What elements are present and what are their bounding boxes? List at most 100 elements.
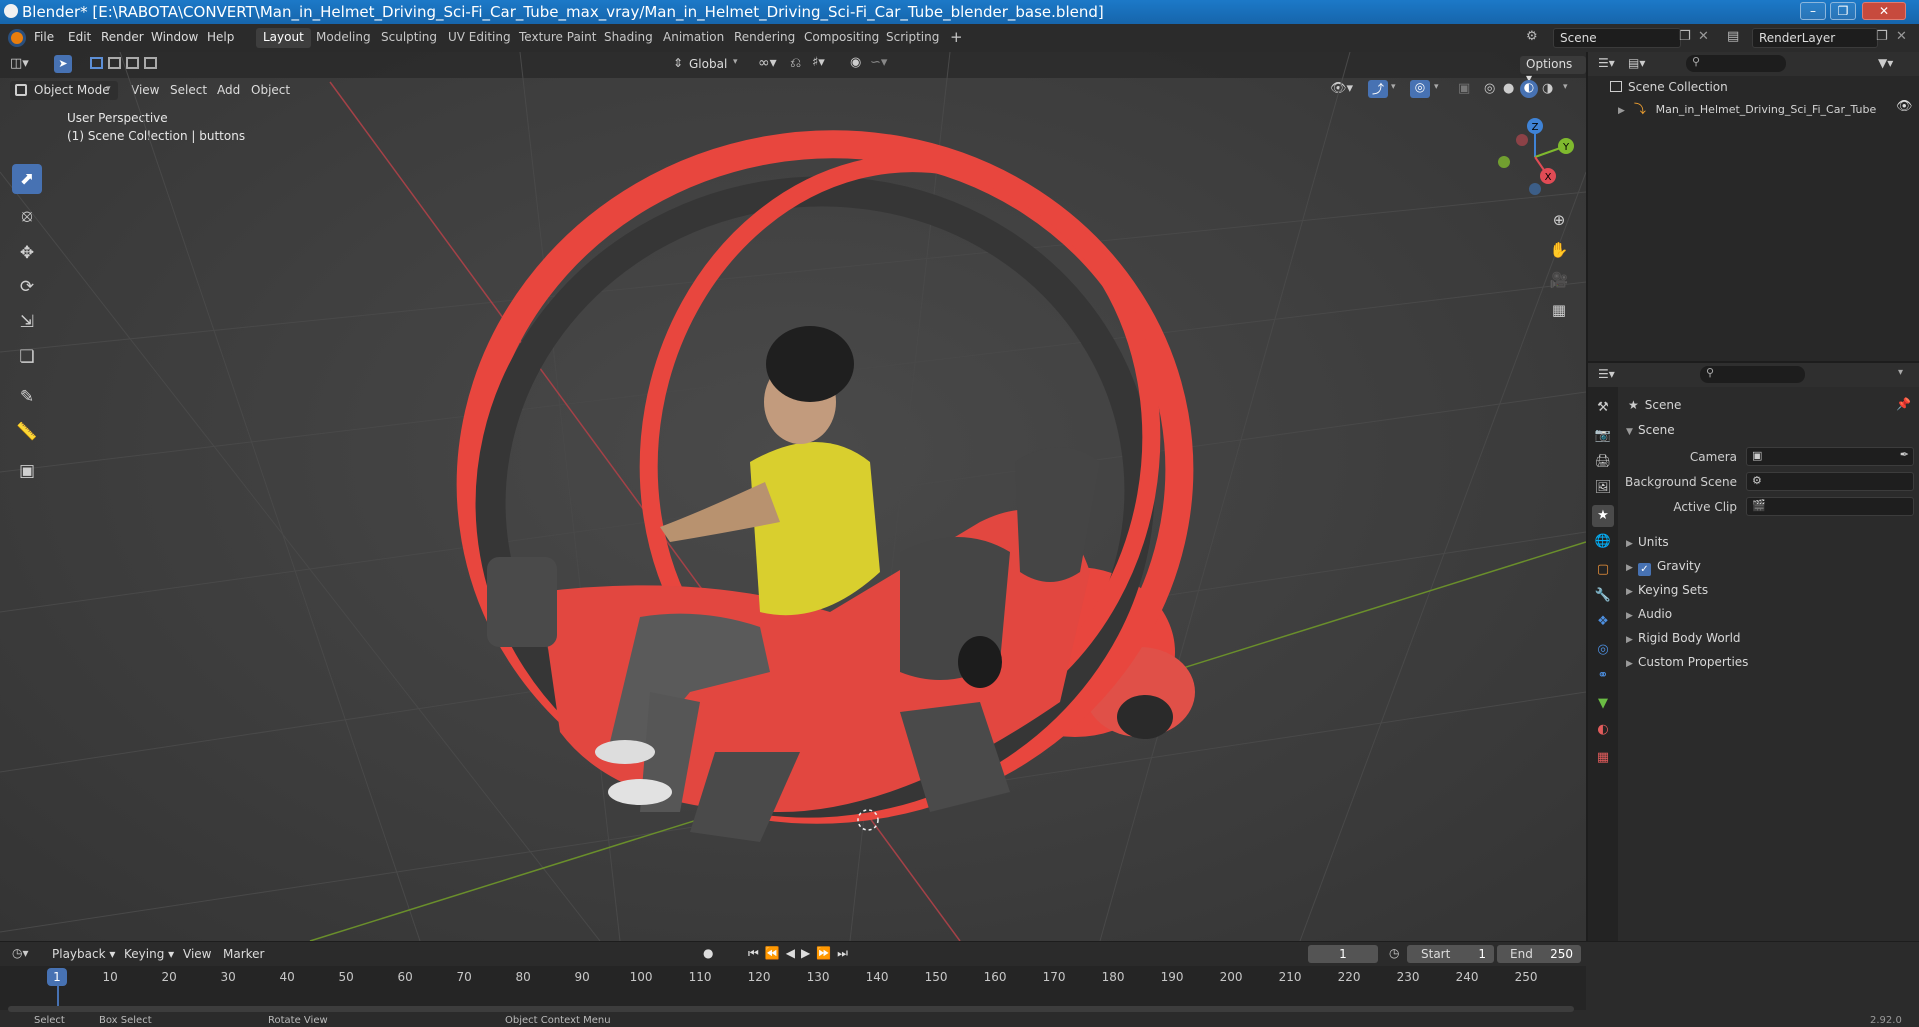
chevron-down-icon[interactable]: ▾ <box>1898 367 1903 378</box>
3d-viewport[interactable]: ◫▾ ➤ ⇕ Global ▾ ∞▾ ⎌ ♯▾ ◉ ∽▾ Options ▾ O… <box>0 52 1586 941</box>
active-clip-field[interactable]: 🎬 <box>1746 497 1914 516</box>
timeline-menu-playback[interactable]: Playback ▾ <box>52 947 115 961</box>
panel-units[interactable]: ▶ Units <box>1626 535 1916 557</box>
start-frame-field[interactable]: Start 1 <box>1407 945 1494 963</box>
end-frame-field[interactable]: End 250 <box>1497 945 1581 963</box>
properties-editor-icon[interactable]: ☰▾ <box>1598 367 1615 381</box>
end-label: End <box>1510 947 1533 961</box>
camera-field[interactable]: ▣ ✒ <box>1746 447 1914 466</box>
panel-audio[interactable]: ▶ Audio <box>1626 607 1916 629</box>
tab-rendering[interactable]: Rendering <box>727 28 802 48</box>
tab-texture-paint[interactable]: Texture Paint <box>512 28 603 48</box>
close-icon[interactable]: ✕ <box>1862 2 1906 20</box>
menu-file[interactable]: File <box>34 30 54 44</box>
tool-tab-icon[interactable]: ⚒ <box>1592 397 1614 419</box>
display-mode-icon[interactable]: ▤▾ <box>1628 56 1645 70</box>
outliner-root[interactable]: Scene Collection <box>1610 80 1728 94</box>
camera-view-icon[interactable]: 🎥 <box>1547 268 1571 292</box>
timeline-ruler[interactable]: 1 10 20 30 40 50 60 70 80 90 100 110 120 130 140 150 160… <box>0 966 1586 1010</box>
move-tool-icon[interactable]: ✥ <box>12 238 42 268</box>
section-scene[interactable]: ▼ Scene <box>1626 423 1916 445</box>
ortho-grid-icon[interactable]: ▦ <box>1547 298 1571 322</box>
constraints-tab-icon[interactable]: ⚭ <box>1592 665 1614 687</box>
menu-render[interactable]: Render <box>101 30 144 44</box>
ruler-label: 30 <box>220 970 236 984</box>
select-box-tool-icon[interactable]: ⬈ <box>12 164 42 194</box>
rotate-tool-icon[interactable]: ⟳ <box>12 272 42 302</box>
tab-animation[interactable]: Animation <box>656 28 731 48</box>
cursor-tool-icon[interactable]: ⦻ <box>12 201 42 231</box>
tab-shading[interactable]: Shading <box>597 28 660 48</box>
timeline-editor-icon[interactable]: ◷▾ <box>12 946 29 960</box>
expand-icon: ▼ <box>1626 427 1633 437</box>
filter-icon[interactable]: ▼▾ <box>1878 56 1893 70</box>
timeline-menu-marker[interactable]: Marker <box>223 947 264 961</box>
background-scene-field[interactable]: ⚙ <box>1746 472 1914 491</box>
clock-icon[interactable]: ◷ <box>1389 946 1399 960</box>
transform-tool-icon[interactable]: ❏ <box>12 342 42 372</box>
timeline-scrollbar[interactable] <box>8 1006 1574 1012</box>
panel-custom-properties[interactable]: ▶ Custom Properties <box>1626 655 1916 677</box>
outliner-search-input[interactable]: ⚲ <box>1686 55 1786 72</box>
gizmo-y-label: Y <box>1562 142 1570 153</box>
physics-tab-icon[interactable]: ◎ <box>1592 639 1614 661</box>
maximize-icon[interactable]: ❐ <box>1830 2 1856 20</box>
current-frame-field[interactable]: 1 <box>1308 945 1378 963</box>
menu-help[interactable]: Help <box>207 30 234 44</box>
add-cube-tool-icon[interactable]: ▣ <box>12 456 42 486</box>
menu-window[interactable]: Window <box>151 30 198 44</box>
panel-rigid-body-world[interactable]: ▶ Rigid Body World <box>1626 631 1916 653</box>
tab-sculpting[interactable]: Sculpting <box>374 28 444 48</box>
timeline-menu-keying[interactable]: Keying ▾ <box>124 947 174 961</box>
outliner-editor-icon[interactable]: ☰▾ <box>1598 56 1615 70</box>
panel-gravity[interactable]: ▶ ✓ Gravity <box>1626 559 1916 581</box>
outliner-item[interactable]: ▶ ⤵ Man_in_Helmet_Driving_Sci_Fi_Car_Tub… <box>1618 100 1918 117</box>
pan-hand-icon[interactable]: ✋ <box>1547 238 1571 262</box>
zoom-icon[interactable]: ⊕ <box>1547 208 1571 232</box>
measure-tool-icon[interactable]: 📏 <box>12 417 42 447</box>
object-tab-icon[interactable]: ▢ <box>1592 559 1614 581</box>
delete-layer-icon[interactable]: ✕ <box>1896 29 1907 44</box>
data-tab-icon[interactable]: ▼ <box>1592 693 1614 715</box>
tab-uv-editing[interactable]: UV Editing <box>441 28 518 48</box>
render-tab-icon[interactable]: 📷 <box>1592 425 1614 447</box>
add-workspace-icon[interactable]: + <box>943 28 970 48</box>
minimize-icon[interactable]: – <box>1800 2 1826 20</box>
new-scene-icon[interactable]: ❐ <box>1679 29 1691 44</box>
tab-scripting[interactable]: Scripting <box>879 28 946 48</box>
playback-controls[interactable]: ⏮⏪◀▶⏩⏭ <box>748 946 854 961</box>
record-icon[interactable]: ● <box>703 946 713 960</box>
ruler-label: 70 <box>456 970 472 984</box>
renderlayer-selector[interactable]: RenderLayer <box>1752 28 1878 48</box>
particles-tab-icon[interactable]: ❖ <box>1592 611 1614 633</box>
blender-menu-icon[interactable] <box>8 29 26 47</box>
texture-tab-icon[interactable]: ▦ <box>1592 747 1614 769</box>
scale-tool-icon[interactable]: ⇲ <box>12 307 42 337</box>
view-layer-icon[interactable]: ▤ <box>1727 29 1739 44</box>
expand-icon[interactable]: ▶ <box>1618 106 1630 116</box>
eyedropper-icon[interactable]: ✒ <box>1900 448 1909 461</box>
properties-search-input[interactable]: ⚲ <box>1700 366 1805 383</box>
gravity-checkbox[interactable]: ✓ <box>1638 563 1651 576</box>
panel-keying-sets[interactable]: ▶ Keying Sets <box>1626 583 1916 605</box>
eye-visibility-icon[interactable]: 👁 <box>1896 99 1913 114</box>
modifiers-tab-icon[interactable]: 🔧 <box>1592 585 1614 607</box>
material-tab-icon[interactable]: ◐ <box>1592 719 1614 741</box>
world-tab-icon[interactable]: 🌐 <box>1592 531 1614 553</box>
tab-layout[interactable]: Layout <box>256 28 311 48</box>
annotate-tool-icon[interactable]: ✎ <box>12 382 42 412</box>
ruler-label: 40 <box>279 970 295 984</box>
new-layer-icon[interactable]: ❐ <box>1876 29 1888 44</box>
collection-icon <box>1610 81 1622 92</box>
tab-modeling[interactable]: Modeling <box>309 28 378 48</box>
navigation-gizmo[interactable]: Z Y X <box>1490 112 1580 202</box>
tab-compositing[interactable]: Compositing <box>797 28 886 48</box>
scene-selector[interactable]: Scene <box>1553 28 1681 48</box>
pin-icon[interactable]: 📌 <box>1896 397 1911 411</box>
delete-scene-icon[interactable]: ✕ <box>1698 29 1709 44</box>
menu-edit[interactable]: Edit <box>68 30 91 44</box>
timeline-header: ◷▾ Playback ▾ Keying ▾ View Marker ● ⏮⏪◀… <box>0 942 1919 966</box>
gizmo-x-label: X <box>1545 172 1552 183</box>
scene-type-icon[interactable]: ⚙ <box>1526 29 1538 44</box>
timeline-menu-view[interactable]: View <box>183 947 211 961</box>
